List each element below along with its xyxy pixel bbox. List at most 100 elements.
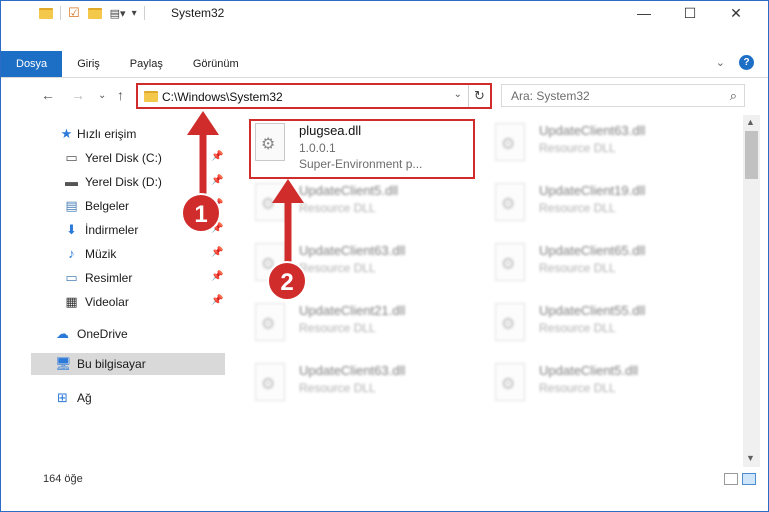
- vertical-scrollbar[interactable]: ▲ ▼: [743, 115, 760, 467]
- up-arrow-icon[interactable]: ↑: [117, 87, 124, 103]
- file-type: Resource DLL: [299, 321, 376, 335]
- dll-file-icon: [495, 123, 525, 161]
- title-bar: ☑ ▤▾ ▾ System32 — ☐ ✕: [1, 1, 768, 25]
- file-item-plugsea[interactable]: plugsea.dll 1.0.0.1 Super-Environment p.…: [233, 115, 475, 179]
- sidebar-item-disk-d[interactable]: ▬ Yerel Disk (D:) 📌: [1, 171, 225, 193]
- file-item[interactable]: UpdateClient5.dll Resource DLL: [473, 355, 699, 409]
- computer-icon: 🖥: [55, 356, 72, 371]
- cloud-icon: ☁: [56, 326, 69, 341]
- pin-icon[interactable]: 📌: [211, 199, 223, 210]
- back-arrow-icon[interactable]: ←: [41, 87, 55, 103]
- title-divider: [143, 6, 145, 20]
- dll-file-icon: [495, 183, 525, 221]
- maximize-button[interactable]: ☐: [667, 1, 713, 25]
- pin-icon[interactable]: 📌: [211, 247, 223, 258]
- customize-toolbar-icon[interactable]: ▤▾: [110, 7, 126, 20]
- tab-file[interactable]: Dosya: [1, 51, 63, 77]
- dll-file-icon: [255, 123, 285, 161]
- ribbon-divider: [1, 77, 768, 78]
- address-path[interactable]: C:\Windows\System32: [162, 90, 283, 104]
- explorer-window: ☑ ▤▾ ▾ System32 — ☐ ✕ Dosya Giriş Paylaş…: [0, 0, 769, 512]
- tab-home[interactable]: Giriş: [62, 51, 115, 77]
- sidebar-item-label: Bu bilgisayar: [77, 357, 146, 371]
- search-icon[interactable]: ⌕: [730, 88, 737, 104]
- file-type: Resource DLL: [539, 381, 616, 395]
- file-item[interactable]: UpdateClient63.dll Resource DLL: [473, 115, 699, 169]
- sidebar-item-label: Yerel Disk (C:): [85, 151, 162, 165]
- file-type: Resource DLL: [539, 261, 616, 275]
- file-name: plugsea.dll: [299, 123, 362, 138]
- dll-file-icon: [255, 243, 285, 281]
- file-item[interactable]: UpdateClient19.dll Resource DLL: [473, 175, 699, 229]
- address-bar[interactable]: C:\Windows\System32 ⌄ ↻: [136, 83, 492, 109]
- sidebar-item-disk-c[interactable]: ▭ Yerel Disk (C:) 📌: [1, 147, 225, 169]
- forward-arrow-icon[interactable]: →: [71, 87, 85, 103]
- file-name: UpdateClient63.dll: [299, 243, 406, 258]
- tab-share[interactable]: Paylaş: [115, 51, 178, 77]
- sidebar-item-label: OneDrive: [77, 327, 128, 341]
- tab-view[interactable]: Görünüm: [178, 51, 254, 77]
- view-switcher: [724, 473, 756, 485]
- star-icon: ★: [60, 126, 73, 141]
- refresh-icon[interactable]: ↻: [468, 85, 490, 107]
- file-type: Resource DLL: [539, 201, 616, 215]
- sidebar-item-label: Yerel Disk (D:): [85, 175, 162, 189]
- status-bar: 164 öğe: [1, 469, 768, 491]
- pin-icon[interactable]: 📌: [211, 175, 223, 186]
- file-name: UpdateClient21.dll: [299, 303, 406, 318]
- tiles-view-icon[interactable]: [742, 473, 756, 485]
- sidebar-item-label: İndirmeler: [85, 223, 139, 237]
- sidebar-item-documents[interactable]: ▤ Belgeler 📌: [1, 195, 225, 217]
- address-folder-icon: [144, 91, 158, 102]
- file-item[interactable]: UpdateClient5.dll Resource DLL: [233, 175, 459, 229]
- file-type: Resource DLL: [539, 321, 616, 335]
- file-type: Resource DLL: [299, 201, 376, 215]
- pin-icon[interactable]: 📌: [211, 271, 223, 282]
- sidebar-item-quick-access[interactable]: ★ Hızlı erişim: [1, 123, 225, 145]
- scrollbar-thumb[interactable]: [745, 131, 758, 179]
- pin-icon[interactable]: 📌: [211, 151, 223, 162]
- search-input[interactable]: Ara: System32 ⌕: [501, 84, 745, 107]
- ribbon-tabs: Dosya Giriş Paylaş Görünüm: [1, 51, 254, 77]
- sidebar-item-onedrive[interactable]: ☁ OneDrive: [1, 323, 225, 345]
- scroll-up-icon[interactable]: ▲: [746, 117, 755, 127]
- close-button[interactable]: ✕: [713, 1, 759, 25]
- toolbar-dropdown-icon[interactable]: ▾: [132, 8, 137, 19]
- network-icon: ⊞: [57, 390, 68, 405]
- item-count: 164 öğe: [43, 473, 83, 485]
- details-view-icon[interactable]: [724, 473, 738, 485]
- sidebar-item-label: Hızlı erişim: [77, 127, 137, 141]
- sidebar-item-downloads[interactable]: ⬇ İndirmeler 📌: [1, 219, 225, 241]
- new-folder-icon[interactable]: [87, 7, 102, 19]
- sidebar-item-music[interactable]: ♪ Müzik 📌: [1, 243, 225, 265]
- music-icon: ♪: [68, 246, 75, 261]
- scroll-down-icon[interactable]: ▼: [746, 453, 755, 463]
- ribbon: Dosya Giriş Paylaş Görünüm ⌄ ?: [1, 51, 768, 77]
- help-icon[interactable]: ?: [739, 55, 754, 70]
- recent-locations-icon[interactable]: ⌄: [98, 90, 106, 101]
- minimize-button[interactable]: —: [621, 1, 667, 25]
- address-dropdown-icon[interactable]: ⌄: [454, 89, 462, 100]
- file-item[interactable]: UpdateClient21.dll Resource DLL: [233, 295, 459, 349]
- pin-icon[interactable]: 📌: [211, 295, 223, 306]
- dll-file-icon: [495, 303, 525, 341]
- chevron-down-icon[interactable]: ⌄: [716, 56, 725, 69]
- file-item[interactable]: UpdateClient63.dll Resource DLL: [233, 235, 459, 289]
- sidebar-item-this-pc[interactable]: 🖥 Bu bilgisayar: [31, 353, 225, 375]
- sidebar-item-pictures[interactable]: ▭ Resimler 📌: [1, 267, 225, 289]
- properties-icon[interactable]: ☑: [68, 5, 80, 21]
- file-name: UpdateClient63.dll: [539, 123, 646, 138]
- dll-file-icon: [495, 363, 525, 401]
- toolbar-divider: [60, 6, 61, 20]
- sidebar-item-videos[interactable]: ▦ Videolar 📌: [1, 291, 225, 313]
- file-name: UpdateClient5.dll: [539, 363, 639, 378]
- file-item[interactable]: UpdateClient63.dll Resource DLL: [233, 355, 459, 409]
- pin-icon[interactable]: 📌: [211, 223, 223, 234]
- sidebar-item-label: Ağ: [77, 391, 92, 405]
- sidebar-item-network[interactable]: ⊞ Ağ: [1, 387, 225, 409]
- documents-icon: ▤: [65, 198, 78, 213]
- file-name: UpdateClient63.dll: [299, 363, 406, 378]
- file-item[interactable]: UpdateClient55.dll Resource DLL: [473, 295, 699, 349]
- file-item[interactable]: UpdateClient65.dll Resource DLL: [473, 235, 699, 289]
- drive-icon: ▭: [65, 150, 78, 165]
